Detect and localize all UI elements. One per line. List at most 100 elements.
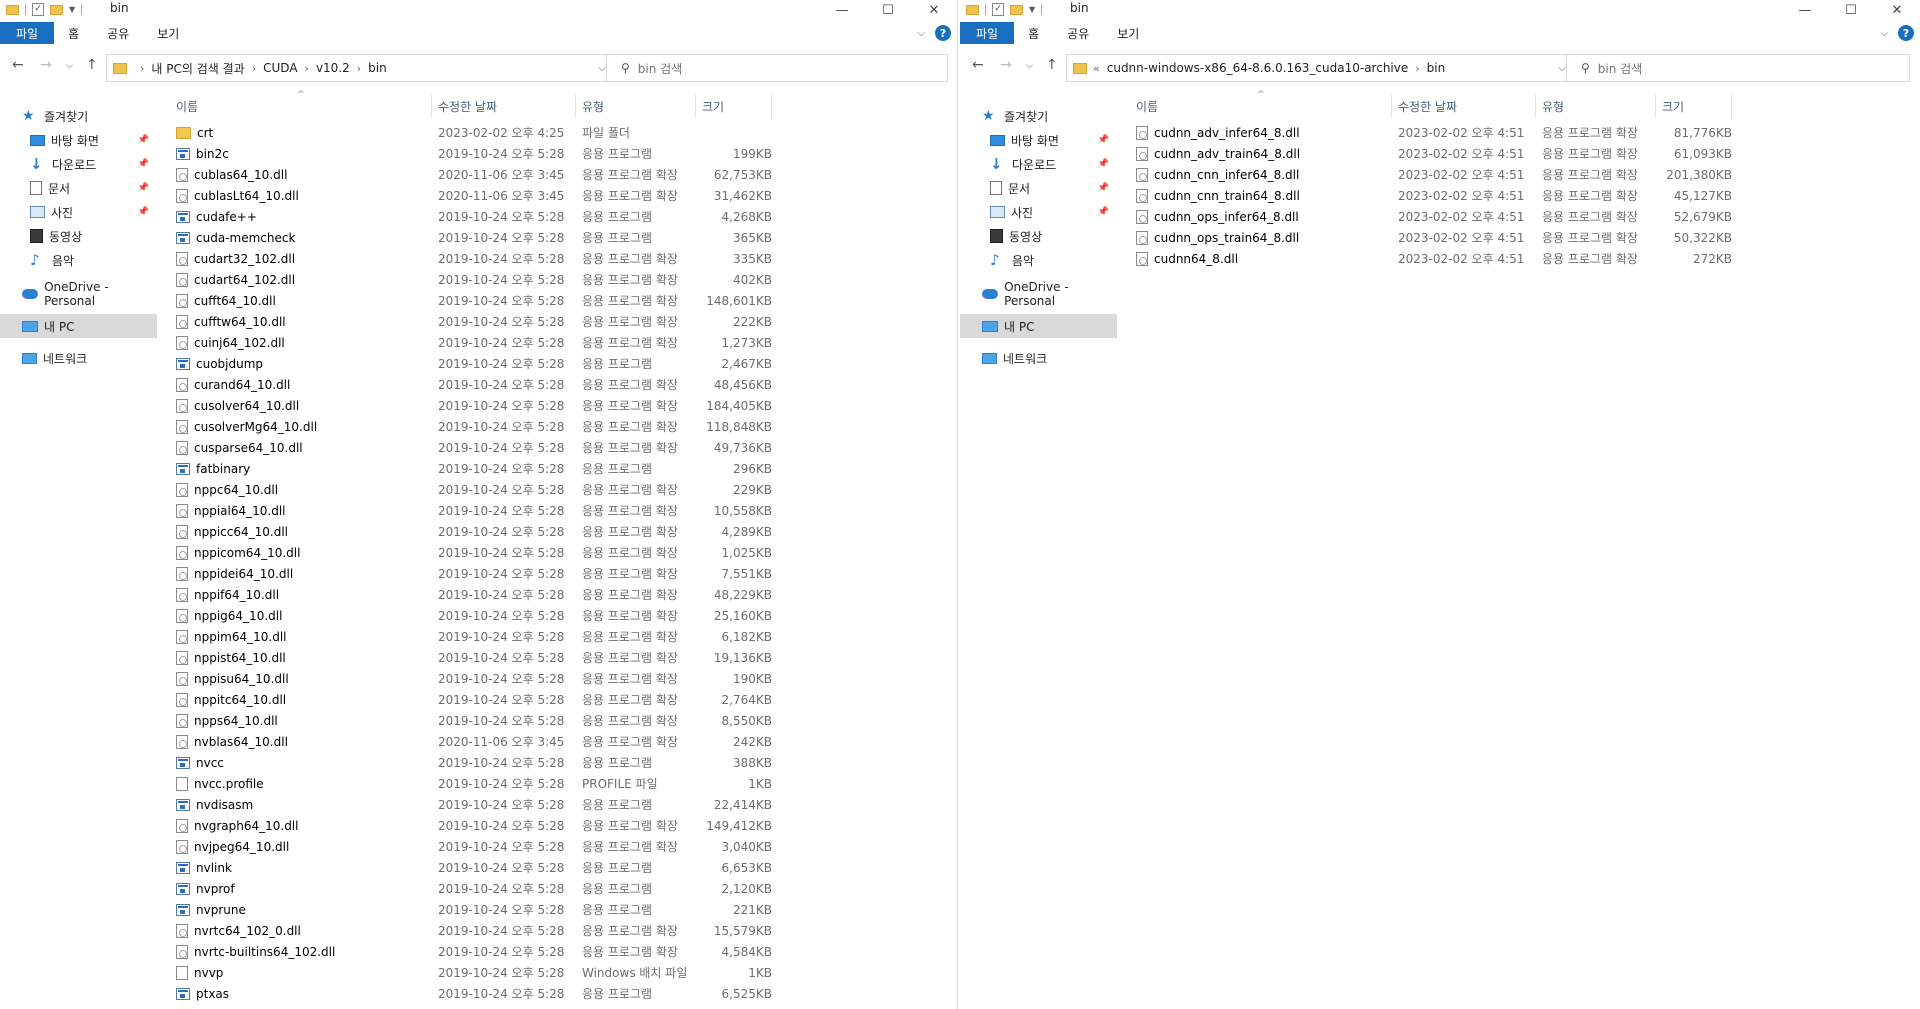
file-row[interactable]: nvlink 2019-10-24 오후 5:28 응용 프로그램 6,653KB (176, 857, 776, 878)
sidebar-item[interactable]: 문서 📌 (0, 176, 157, 200)
file-row[interactable]: nppidei64_10.dll 2019-10-24 오후 5:28 응용 프로그… (176, 563, 776, 584)
file-row[interactable]: nppicc64_10.dll 2019-10-24 오후 5:28 응용 프로그램… (176, 521, 776, 542)
close-button[interactable]: ✕ (911, 0, 957, 20)
help-icon[interactable]: ? (1898, 25, 1914, 41)
maximize-button[interactable]: ☐ (865, 0, 911, 20)
tab-file[interactable]: 파일 (0, 22, 55, 44)
breadcrumb-item[interactable]: bin (1427, 61, 1446, 75)
file-row[interactable]: cudnn_ops_train64_8.dll 2023-02-02 오후 4:5… (1136, 227, 1736, 248)
up-arrow-icon[interactable]: ↑ (86, 57, 98, 73)
sidebar-item[interactable]: 동영상 (960, 224, 1117, 248)
close-button[interactable]: ✕ (1874, 0, 1920, 20)
file-row[interactable]: nppial64_10.dll 2019-10-24 오후 5:28 응용 프로그램… (176, 500, 776, 521)
file-row[interactable]: nvvp 2019-10-24 오후 5:28 Windows 배치 파일 1KB (176, 962, 776, 983)
file-row[interactable]: cuinj64_102.dll 2019-10-24 오후 5:28 응용 프로그램… (176, 332, 776, 353)
column-date[interactable]: 수정한 날짜 (432, 94, 576, 118)
file-row[interactable]: nvprof 2019-10-24 오후 5:28 응용 프로그램 2,120KB (176, 878, 776, 899)
file-row[interactable]: ptxas 2019-10-24 오후 5:28 응용 프로그램 6,525KB (176, 983, 776, 1004)
sidebar-item[interactable]: 네트워크 (0, 346, 157, 370)
sidebar-item[interactable]: 내 PC (960, 314, 1117, 338)
file-row[interactable]: crt 2023-02-02 오후 4:25 파일 폴더 (176, 122, 776, 143)
file-row[interactable]: cufft64_10.dll 2019-10-24 오후 5:28 응용 프로그램 … (176, 290, 776, 311)
expand-ribbon-icon[interactable]: ⌵ (917, 28, 925, 39)
address-bar[interactable]: « cudnn-windows-x86_64-8.6.0.163_cuda10-… (1066, 54, 1606, 82)
file-row[interactable]: nvdisasm 2019-10-24 오후 5:28 응용 프로그램 22,414K… (176, 794, 776, 815)
back-arrow-icon[interactable]: ← (12, 57, 24, 73)
file-row[interactable]: nvrtc64_102_0.dll 2019-10-24 오후 5:28 응용 프로… (176, 920, 776, 941)
file-row[interactable]: cudnn_ops_infer64_8.dll 2023-02-02 오후 4:5… (1136, 206, 1736, 227)
file-row[interactable]: cudart32_102.dll 2019-10-24 오후 5:28 응용 프로그… (176, 248, 776, 269)
file-row[interactable]: nvcc.profile 2019-10-24 오후 5:28 PROFILE 파일… (176, 773, 776, 794)
file-row[interactable]: cublasLt64_10.dll 2020-11-06 오후 3:45 응용 프로… (176, 185, 776, 206)
file-row[interactable]: nppicom64_10.dll 2019-10-24 오후 5:28 응용 프로그… (176, 542, 776, 563)
search-input[interactable]: ⚲ bin 검색 (606, 54, 948, 82)
file-row[interactable]: nvgraph64_10.dll 2019-10-24 오후 5:28 응용 프로그… (176, 815, 776, 836)
column-size[interactable]: 크기 (696, 94, 772, 118)
sidebar-item[interactable]: 사진 📌 (0, 200, 157, 224)
file-row[interactable]: cusolverMg64_10.dll 2019-10-24 오후 5:28 응용 … (176, 416, 776, 437)
file-row[interactable]: nppim64_10.dll 2019-10-24 오후 5:28 응용 프로그램 … (176, 626, 776, 647)
file-row[interactable]: nppitc64_10.dll 2019-10-24 오후 5:28 응용 프로그램… (176, 689, 776, 710)
minimize-button[interactable]: — (1782, 0, 1828, 20)
file-row[interactable]: fatbinary 2019-10-24 오후 5:28 응용 프로그램 296KB (176, 458, 776, 479)
column-name[interactable]: 이름 (170, 94, 432, 118)
sidebar-item[interactable]: 문서 📌 (960, 176, 1117, 200)
file-row[interactable]: cudnn_adv_train64_8.dll 2023-02-02 오후 4:5… (1136, 143, 1736, 164)
file-row[interactable]: nppig64_10.dll 2019-10-24 오후 5:28 응용 프로그램 … (176, 605, 776, 626)
file-row[interactable]: cuda-memcheck 2019-10-24 오후 5:28 응용 프로그램 36… (176, 227, 776, 248)
file-row[interactable]: nvprune 2019-10-24 오후 5:28 응용 프로그램 221KB (176, 899, 776, 920)
sidebar-item[interactable]: ★ 즐겨찾기 (960, 104, 1117, 128)
customize-dropdown-icon[interactable]: ▼ (69, 5, 75, 14)
back-arrow-icon[interactable]: ← (972, 57, 984, 73)
customize-dropdown-icon[interactable]: ▼ (1029, 5, 1035, 14)
column-name[interactable]: 이름 (1130, 94, 1392, 118)
column-date[interactable]: 수정한 날짜 (1392, 94, 1536, 118)
sidebar-item[interactable]: 사진 📌 (960, 200, 1117, 224)
sidebar-item[interactable]: ↓ 다운로드 📌 (960, 152, 1117, 176)
file-row[interactable]: nvjpeg64_10.dll 2019-10-24 오후 5:28 응용 프로그램… (176, 836, 776, 857)
tab-share[interactable]: 공유 (1053, 22, 1103, 44)
address-bar[interactable]: › 내 PC의 검색 결과 › CUDA › v10.2 › bin ⌵ ↻ (106, 54, 646, 82)
help-icon[interactable]: ? (935, 25, 951, 41)
sidebar-item[interactable]: ★ 즐겨찾기 (0, 104, 157, 128)
column-type[interactable]: 유형 (576, 94, 696, 118)
file-row[interactable]: cudnn64_8.dll 2023-02-02 오후 4:51 응용 프로그램 확… (1136, 248, 1736, 269)
file-row[interactable]: nppc64_10.dll 2019-10-24 오후 5:28 응용 프로그램 확… (176, 479, 776, 500)
column-size[interactable]: 크기 (1656, 94, 1732, 118)
tab-view[interactable]: 보기 (1103, 22, 1153, 44)
file-row[interactable]: curand64_10.dll 2019-10-24 오후 5:28 응용 프로그램… (176, 374, 776, 395)
breadcrumb-item[interactable]: v10.2 (316, 61, 350, 75)
search-input[interactable]: ⚲ bin 검색 (1566, 54, 1910, 82)
file-row[interactable]: cudnn_cnn_train64_8.dll 2023-02-02 오후 4:5… (1136, 185, 1736, 206)
forward-arrow-icon[interactable]: → (40, 57, 52, 73)
sidebar-item[interactable]: 내 PC (0, 314, 157, 338)
sidebar-item[interactable]: OneDrive - Personal (960, 280, 1117, 308)
breadcrumb-item[interactable]: 내 PC의 검색 결과 (151, 60, 244, 77)
file-row[interactable]: cusparse64_10.dll 2019-10-24 오후 5:28 응용 프로… (176, 437, 776, 458)
sidebar-item[interactable]: ↓ 다운로드 📌 (0, 152, 157, 176)
recent-locations-icon[interactable]: ⌵ (66, 61, 73, 71)
sidebar-item[interactable]: ♪ 음악 (0, 248, 157, 272)
breadcrumb-item[interactable]: CUDA (263, 61, 297, 75)
sidebar-item[interactable]: 동영상 (0, 224, 157, 248)
sidebar-item[interactable]: 네트워크 (960, 346, 1117, 370)
sidebar-item[interactable]: ♪ 음악 (960, 248, 1117, 272)
breadcrumb-item[interactable]: cudnn-windows-x86_64-8.6.0.163_cuda10-ar… (1107, 61, 1409, 75)
file-row[interactable]: nppist64_10.dll 2019-10-24 오후 5:28 응용 프로그램… (176, 647, 776, 668)
file-row[interactable]: cudnn_adv_infer64_8.dll 2023-02-02 오후 4:5… (1136, 122, 1736, 143)
up-arrow-icon[interactable]: ↑ (1046, 57, 1058, 73)
tab-home[interactable]: 홈 (54, 22, 93, 44)
new-folder-icon[interactable] (50, 5, 63, 15)
forward-arrow-icon[interactable]: → (1000, 57, 1012, 73)
tab-share[interactable]: 공유 (93, 22, 143, 44)
properties-icon[interactable]: ✓ (992, 2, 1004, 16)
sidebar-item[interactable]: 바탕 화면 📌 (960, 128, 1117, 152)
file-row[interactable]: cublas64_10.dll 2020-11-06 오후 3:45 응용 프로그램… (176, 164, 776, 185)
file-row[interactable]: npps64_10.dll 2019-10-24 오후 5:28 응용 프로그램 확… (176, 710, 776, 731)
sidebar-item[interactable]: OneDrive - Personal (0, 280, 157, 308)
tab-view[interactable]: 보기 (143, 22, 193, 44)
properties-icon[interactable]: ✓ (32, 2, 44, 16)
file-row[interactable]: cusolver64_10.dll 2019-10-24 오후 5:28 응용 프로… (176, 395, 776, 416)
sidebar-item[interactable]: 바탕 화면 📌 (0, 128, 157, 152)
tab-home[interactable]: 홈 (1014, 22, 1053, 44)
